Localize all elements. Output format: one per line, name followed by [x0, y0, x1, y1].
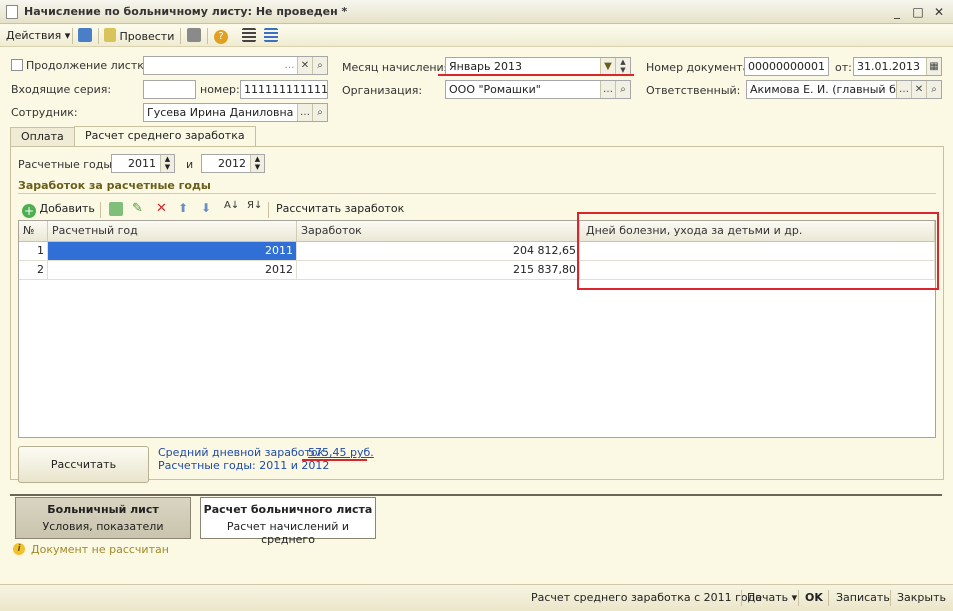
- organization-field[interactable]: ООО "Ромашки" … ⌕: [445, 80, 631, 99]
- clear-icon[interactable]: ✕: [911, 81, 926, 98]
- big-tab-subtitle: Расчет начислений и среднего: [226, 520, 350, 546]
- big-tab-title: Больничный лист: [47, 503, 159, 516]
- avg-daily-label: Средний дневной заработок:: [158, 446, 328, 459]
- structure-icon[interactable]: [187, 28, 201, 44]
- column-header-number[interactable]: №: [19, 221, 48, 242]
- select-icon[interactable]: …: [600, 81, 615, 98]
- big-tab-sick-leave[interactable]: Больничный лист Условия, показатели: [15, 497, 191, 539]
- spin-icon[interactable]: ▲ ▼: [250, 155, 264, 172]
- number-field[interactable]: 111111111111: [240, 80, 328, 99]
- spin-icon[interactable]: ▲ ▼: [615, 58, 630, 75]
- back-icon[interactable]: [78, 28, 92, 44]
- section-divider: [18, 193, 936, 194]
- tree-settings-icon[interactable]: [264, 28, 278, 44]
- tab-average-earnings[interactable]: Расчет среднего заработка: [74, 126, 256, 147]
- calc-average-earnings-button[interactable]: Расчет среднего заработка с 2011 года: [531, 591, 762, 604]
- select-icon[interactable]: …: [896, 81, 911, 98]
- month-highlight-underline: [438, 74, 634, 76]
- avg-daily-value[interactable]: 575,45 руб.: [308, 446, 374, 459]
- clear-icon[interactable]: ✕: [297, 57, 312, 74]
- document-icon: [6, 5, 18, 19]
- doc-number-field[interactable]: 00000000001: [744, 57, 829, 76]
- calendar-icon[interactable]: ▦: [926, 58, 941, 75]
- add-icon: +: [22, 204, 36, 218]
- title-bar: Начисление по больничному листу: Не пров…: [0, 0, 953, 24]
- maximize-icon[interactable]: □: [910, 4, 926, 20]
- big-tabs-divider: [10, 494, 942, 496]
- actions-menu[interactable]: Действия ▾: [6, 28, 70, 44]
- number-label: номер:: [200, 83, 240, 96]
- post-button[interactable]: Провести: [104, 28, 174, 44]
- big-tab-title: Расчет больничного листа: [203, 503, 373, 516]
- calculate-accruals-button[interactable]: Рассчитать начисления: [18, 446, 149, 506]
- search-icon[interactable]: ⌕: [312, 104, 327, 121]
- table-row-1-year[interactable]: 2011: [48, 242, 297, 261]
- ok-button[interactable]: OK: [805, 591, 823, 604]
- sick-days-highlight-box: [577, 212, 939, 290]
- sort-desc-icon[interactable]: Я↓: [247, 200, 262, 211]
- move-down-icon[interactable]: ⬇: [201, 201, 211, 215]
- employee-field[interactable]: Гусева Ирина Даниловна … ⌕: [143, 103, 328, 122]
- table-row-2-year[interactable]: 2012: [48, 261, 297, 280]
- move-up-icon[interactable]: ⬆: [178, 201, 188, 215]
- continuation-label: Продолжение листка: [26, 59, 151, 72]
- warning-text: Документ не рассчитан: [31, 543, 169, 556]
- responsible-field[interactable]: Акимова Е. И. (главный бухг … ✕ ⌕: [746, 80, 942, 99]
- section-title: Заработок за расчетные годы: [18, 179, 211, 192]
- big-tab-subtitle: Условия, показатели: [42, 520, 164, 533]
- years-label: Расчетные годы:: [18, 158, 116, 171]
- responsible-label: Ответственный:: [646, 84, 741, 97]
- window-title: Начисление по больничному листу: Не пров…: [24, 5, 348, 18]
- continuation-checkbox[interactable]: [11, 59, 23, 71]
- calculate-earnings-button[interactable]: Рассчитать заработок: [276, 201, 404, 217]
- select-icon[interactable]: …: [297, 104, 312, 121]
- continuation-field[interactable]: … ✕ ⌕: [143, 56, 328, 75]
- close-icon[interactable]: ✕: [931, 4, 947, 20]
- organization-label: Организация:: [342, 84, 423, 97]
- search-icon[interactable]: ⌕: [312, 57, 327, 74]
- edit-icon[interactable]: ✎: [132, 201, 143, 216]
- list-settings-icon[interactable]: [242, 28, 256, 44]
- minimize-icon[interactable]: _: [889, 4, 905, 20]
- table-row-1-number[interactable]: 1: [19, 242, 48, 261]
- from-label: от:: [835, 61, 852, 74]
- dropdown-icon[interactable]: ▼: [600, 58, 615, 75]
- table-row-1-earnings[interactable]: 204 812,65: [297, 242, 580, 261]
- big-tab-sick-leave-calc[interactable]: Расчет больничного листа Расчет начислен…: [200, 497, 376, 546]
- calc-years-text: Расчетные годы: 2011 и 2012: [158, 459, 330, 472]
- year1-spin[interactable]: 2011 ▲ ▼: [111, 154, 175, 173]
- status-bar: Расчет среднего заработка с 2011 года Пе…: [0, 584, 953, 611]
- incoming-series-label: Входящие серия:: [11, 83, 112, 96]
- info-icon: i: [13, 543, 25, 555]
- help-icon[interactable]: ?: [214, 28, 228, 44]
- search-icon[interactable]: ⌕: [926, 81, 941, 98]
- column-header-earnings[interactable]: Заработок: [297, 221, 580, 242]
- table-row-2-number[interactable]: 2: [19, 261, 48, 280]
- accrual-month-label: Месяц начисления:: [342, 61, 454, 74]
- sort-asc-icon[interactable]: A↓: [224, 200, 239, 211]
- toolbar: Действия ▾ Провести ?: [0, 25, 953, 47]
- search-icon[interactable]: ⌕: [615, 81, 630, 98]
- date-field[interactable]: 31.01.2013 ▦: [853, 57, 942, 76]
- add-button[interactable]: + Добавить: [22, 201, 95, 218]
- column-header-year[interactable]: Расчетный год: [48, 221, 297, 242]
- and-label: и: [186, 158, 194, 171]
- print-menu[interactable]: Печать ▾: [747, 591, 797, 604]
- copy-icon[interactable]: [109, 202, 123, 216]
- doc-number-label: Номер документа:: [646, 61, 754, 74]
- incoming-series-field[interactable]: [143, 80, 196, 99]
- delete-icon[interactable]: ✕: [156, 201, 167, 216]
- year2-spin[interactable]: 2012 ▲ ▼: [201, 154, 265, 173]
- save-button[interactable]: Записать: [836, 591, 890, 604]
- spin-icon[interactable]: ▲ ▼: [160, 155, 174, 172]
- close-button[interactable]: Закрыть: [897, 591, 946, 604]
- employee-label: Сотрудник:: [11, 106, 78, 119]
- table-row-2-earnings[interactable]: 215 837,80: [297, 261, 580, 280]
- post-icon: [104, 28, 116, 42]
- select-icon[interactable]: …: [282, 57, 297, 74]
- tab-payment[interactable]: Оплата: [10, 127, 75, 147]
